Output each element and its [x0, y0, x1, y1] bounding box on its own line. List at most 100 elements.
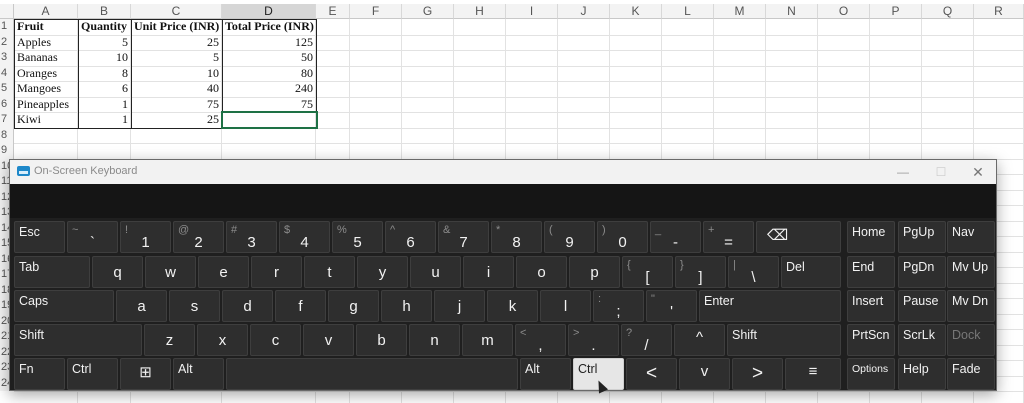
- cell-b5[interactable]: 6: [78, 81, 131, 97]
- key-comma[interactable]: <,: [515, 324, 566, 356]
- cell-d3[interactable]: 50: [222, 50, 316, 66]
- key-m[interactable]: m: [462, 324, 513, 356]
- cell-a2[interactable]: Apples: [14, 35, 78, 51]
- key-prtscn[interactable]: PrtScn: [847, 324, 895, 356]
- key-c[interactable]: c: [250, 324, 301, 356]
- key-caps[interactable]: Caps: [14, 290, 114, 322]
- key-up-arrow[interactable]: ^: [674, 324, 725, 356]
- key-enter[interactable]: Enter: [699, 290, 841, 322]
- key-alt[interactable]: Alt: [173, 358, 224, 390]
- key-t[interactable]: t: [304, 256, 355, 288]
- row-header-2[interactable]: 2: [0, 34, 14, 50]
- column-header-g[interactable]: G: [402, 4, 454, 19]
- key-7[interactable]: & 7: [438, 221, 489, 253]
- key-open-bracket[interactable]: {[: [622, 256, 673, 288]
- key-shift[interactable]: Shift: [727, 324, 841, 356]
- key-options[interactable]: Options: [847, 358, 895, 390]
- cell-a4[interactable]: Oranges: [14, 66, 78, 82]
- column-header-i[interactable]: I: [506, 4, 558, 19]
- cell-c3[interactable]: 5: [131, 50, 222, 66]
- key-left-arrow[interactable]: <: [626, 358, 677, 390]
- key-home[interactable]: Home: [847, 221, 895, 253]
- key-mv-up[interactable]: Mv Up: [947, 256, 995, 288]
- cell-d2[interactable]: 125: [222, 35, 316, 51]
- key-pause[interactable]: Pause: [898, 290, 946, 322]
- key-3[interactable]: #3: [226, 221, 277, 253]
- key-4[interactable]: $4: [279, 221, 330, 253]
- column-header-p[interactable]: P: [870, 4, 922, 19]
- key-quote[interactable]: " ': [646, 290, 697, 322]
- key-y[interactable]: y: [357, 256, 408, 288]
- key-q[interactable]: q: [92, 256, 143, 288]
- key-0[interactable]: ) 0: [597, 221, 648, 253]
- cell-a7[interactable]: Kiwi: [14, 112, 78, 128]
- cell-c6[interactable]: 75: [131, 97, 222, 113]
- row-header-7[interactable]: 7: [0, 112, 14, 128]
- row-header-3[interactable]: 3: [0, 50, 14, 66]
- cell-d1[interactable]: Total Price (INR): [222, 19, 316, 35]
- key-backtick[interactable]: ~ `: [67, 221, 118, 253]
- column-header-d[interactable]: D: [222, 4, 316, 19]
- key-shift[interactable]: Shift: [14, 324, 142, 356]
- key-help[interactable]: Help: [898, 358, 946, 390]
- cell-c5[interactable]: 40: [131, 81, 222, 97]
- key-6[interactable]: ^ 6: [385, 221, 436, 253]
- cell-a5[interactable]: Mangoes: [14, 81, 78, 97]
- key-2[interactable]: @2: [173, 221, 224, 253]
- column-header-c[interactable]: C: [131, 4, 222, 19]
- column-header-l[interactable]: L: [662, 4, 714, 19]
- column-header-m[interactable]: M: [714, 4, 766, 19]
- key-o[interactable]: o: [516, 256, 567, 288]
- key-backspace[interactable]: ⌫: [756, 221, 841, 253]
- column-header-n[interactable]: N: [766, 4, 818, 19]
- cell-c1[interactable]: Unit Price (INR): [131, 19, 222, 35]
- column-header-q[interactable]: Q: [922, 4, 974, 19]
- cell-b4[interactable]: 8: [78, 66, 131, 82]
- key-9[interactable]: (9: [544, 221, 595, 253]
- cell-b3[interactable]: 10: [78, 50, 131, 66]
- key-dock[interactable]: Dock: [947, 324, 995, 356]
- cell-b2[interactable]: 5: [78, 35, 131, 51]
- column-header-b[interactable]: B: [78, 4, 131, 19]
- row-header-8[interactable]: 8: [0, 127, 14, 143]
- key-1[interactable]: ! 1: [120, 221, 171, 253]
- select-all-corner[interactable]: [0, 4, 14, 19]
- key-insert[interactable]: Insert: [847, 290, 895, 322]
- key-ctrl[interactable]: Ctrl: [67, 358, 118, 390]
- key-right-arrow[interactable]: >: [732, 358, 783, 390]
- row-header-1[interactable]: 1: [0, 19, 14, 35]
- key-down-arrow[interactable]: v: [679, 358, 730, 390]
- key-slash[interactable]: ? /: [621, 324, 672, 356]
- cell-c7[interactable]: 25: [131, 112, 222, 128]
- key-b[interactable]: b: [356, 324, 407, 356]
- column-header-k[interactable]: K: [610, 4, 662, 19]
- cell-d5[interactable]: 240: [222, 81, 316, 97]
- key-nav[interactable]: Nav: [947, 221, 995, 253]
- key-z[interactable]: z: [144, 324, 195, 356]
- key-scrlk[interactable]: ScrLk: [898, 324, 946, 356]
- column-header-e[interactable]: E: [316, 4, 350, 19]
- key-fade[interactable]: Fade: [947, 358, 995, 390]
- key-l[interactable]: l: [540, 290, 591, 322]
- close-button[interactable]: ✕: [959, 160, 997, 184]
- key-r[interactable]: r: [251, 256, 302, 288]
- row-header-9[interactable]: 9: [0, 143, 14, 159]
- key-pgdn[interactable]: PgDn: [898, 256, 946, 288]
- key-tab[interactable]: Tab: [14, 256, 90, 288]
- key-e[interactable]: e: [198, 256, 249, 288]
- column-header-f[interactable]: F: [350, 4, 402, 19]
- key-alt[interactable]: Alt: [520, 358, 571, 390]
- key-down-arrow[interactable]: v: [303, 324, 354, 356]
- key-menu[interactable]: ≡: [785, 358, 841, 390]
- row-header-5[interactable]: 5: [0, 81, 14, 97]
- cell-a1[interactable]: Fruit: [14, 19, 78, 35]
- column-header-a[interactable]: A: [14, 4, 78, 19]
- key-windows[interactable]: ⊞: [120, 358, 171, 390]
- key-minus[interactable]: _ -: [650, 221, 701, 253]
- key-u[interactable]: u: [410, 256, 461, 288]
- key-del[interactable]: Del: [781, 256, 841, 288]
- cell-a3[interactable]: Bananas: [14, 50, 78, 66]
- key-semicolon[interactable]: :;: [593, 290, 644, 322]
- key-5[interactable]: % 5: [332, 221, 383, 253]
- key-mv-dn[interactable]: Mv Dn: [947, 290, 995, 322]
